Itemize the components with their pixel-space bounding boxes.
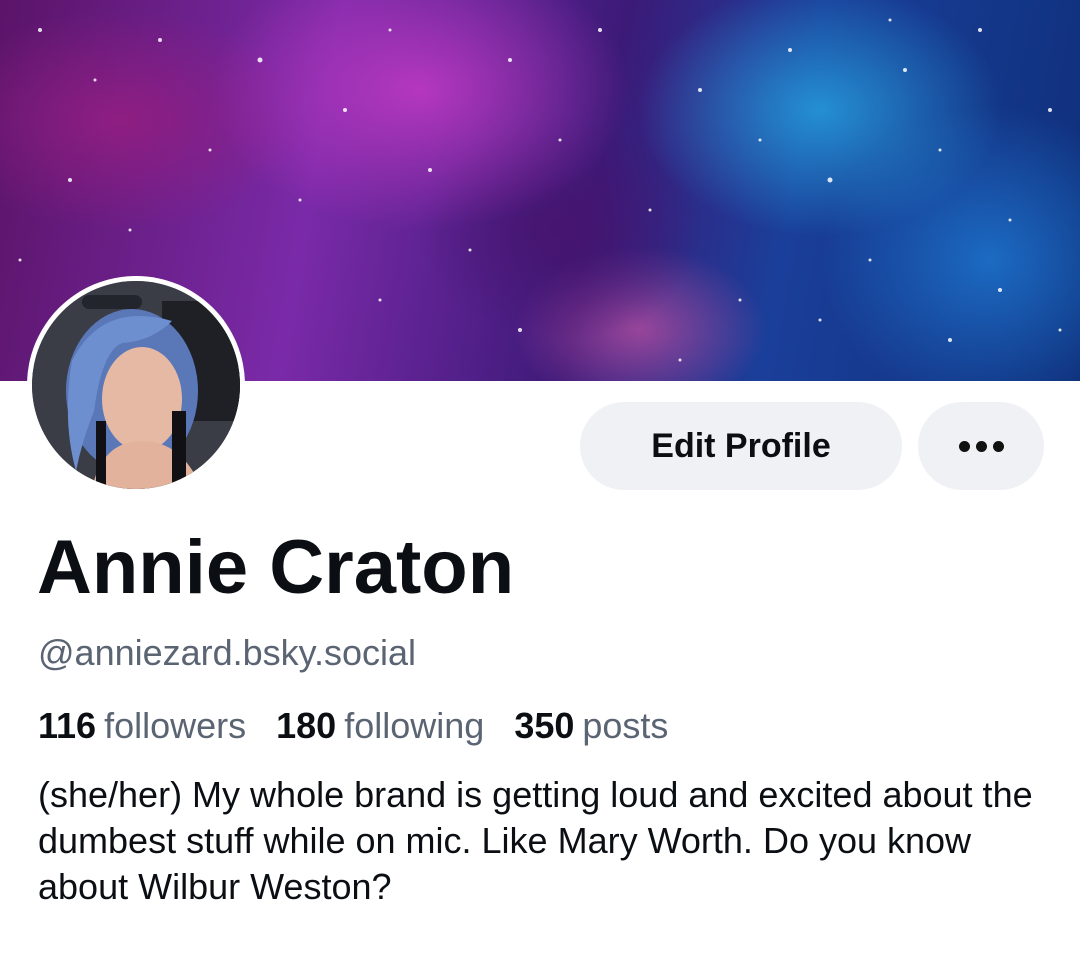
user-avatar-photo-icon <box>32 281 240 489</box>
profile-stats: 116 followers 180 following 350 posts <box>38 705 698 747</box>
posts-count: 350 <box>514 705 575 746</box>
profile-page: Edit Profile Annie Craton @anniezard.bsk… <box>0 0 1080 954</box>
ellipsis-icon <box>975 440 987 452</box>
following-label: following <box>344 705 485 746</box>
ellipsis-icon <box>992 440 1004 452</box>
followers-label: followers <box>104 705 247 746</box>
avatar[interactable] <box>27 276 245 494</box>
posts-label: posts <box>582 705 669 746</box>
profile-bio: (she/her) My whole brand is getting loud… <box>38 774 1033 907</box>
ellipsis-icon <box>958 440 970 452</box>
more-options-button[interactable] <box>918 402 1044 490</box>
followers-stat[interactable]: 116 followers <box>38 705 246 747</box>
profile-display-name: Annie Craton <box>37 525 515 610</box>
profile-handle[interactable]: @anniezard.bsky.social <box>38 632 416 674</box>
posts-stat: 350 posts <box>514 705 668 747</box>
following-count: 180 <box>276 705 337 746</box>
following-stat[interactable]: 180 following <box>276 705 484 747</box>
followers-count: 116 <box>38 705 97 746</box>
edit-profile-button[interactable]: Edit Profile <box>580 402 902 490</box>
